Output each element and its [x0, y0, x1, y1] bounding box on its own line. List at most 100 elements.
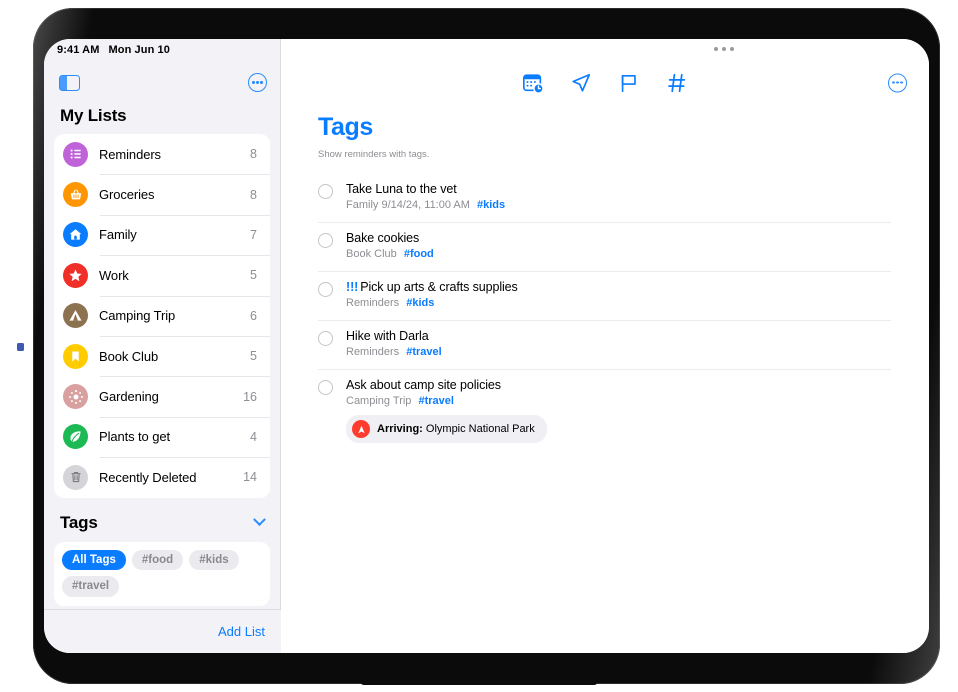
sidebar-list-label: Camping Trip: [99, 308, 176, 324]
main-more-options-circle-icon[interactable]: [888, 73, 907, 92]
add-list-button[interactable]: Add List: [218, 624, 265, 639]
reminder-list-name: Book Club: [346, 248, 397, 260]
reminder-body: Take Luna to the vet Family 9/14/24, 11:…: [346, 182, 505, 221]
sidebar-list-item[interactable]: Reminders 8: [54, 134, 270, 174]
main-toolbar: [281, 65, 929, 100]
reminder-meta: Family 9/14/24, 11:00 AM #kids: [346, 199, 505, 211]
leaf-icon: [63, 424, 88, 450]
sidebar-list-label: Book Club: [99, 348, 159, 364]
sidebar-list-count: 6: [250, 308, 257, 323]
status-date: Mon Jun 10: [108, 44, 170, 56]
sidebar: 9:41 AM Mon Jun 10 My Lists Reminders 8 G…: [44, 39, 281, 653]
sidebar-toggle-icon[interactable]: [59, 74, 80, 91]
tag-chip[interactable]: #travel: [62, 576, 120, 597]
sidebar-list-item[interactable]: Gardening 16: [54, 376, 270, 416]
main-pane: 100%: [281, 39, 929, 653]
sidebar-list-label: Groceries: [99, 187, 155, 203]
location-alert-place: Olympic National Park: [425, 423, 535, 435]
reminder-body: Ask about camp site policies Camping Tri…: [346, 378, 547, 453]
ipad-screen: 9:41 AM Mon Jun 10 My Lists Reminders 8 G…: [44, 39, 929, 653]
sun-flower-icon: [63, 384, 88, 410]
home-indicator[interactable]: [361, 680, 597, 685]
sidebar-list-item[interactable]: Book Club 5: [54, 335, 270, 376]
sidebar-list-item[interactable]: Work 5: [54, 255, 270, 295]
status-time: 9:41 AM: [57, 44, 100, 56]
reminder-title-line: Hike with Darla: [346, 329, 442, 343]
sidebar-list-item[interactable]: Groceries 8: [54, 174, 270, 214]
tag-chip[interactable]: All Tags: [62, 549, 126, 571]
reminder-body: !!! Pick up arts & crafts supplies Remind…: [346, 280, 518, 319]
reminder-tag[interactable]: #travel: [406, 346, 441, 358]
reminder-list-name: Camping Trip: [346, 395, 412, 407]
reminder-row[interactable]: Bake cookies Book Club #food: [281, 222, 929, 271]
trash-icon: [63, 464, 88, 490]
status-bar-left: 9:41 AM Mon Jun 10: [57, 44, 170, 56]
reminder-row[interactable]: Take Luna to the vet Family 9/14/24, 11:…: [281, 173, 929, 222]
edge-annotation-marker: [17, 343, 24, 351]
reminder-title: Pick up arts & crafts supplies: [360, 280, 518, 294]
reminder-complete-checkbox[interactable]: [318, 282, 333, 297]
sidebar-list-count: 4: [250, 429, 257, 444]
reminder-tag[interactable]: #travel: [418, 395, 453, 407]
reminder-list-name: Reminders: [346, 297, 400, 309]
reminder-list-name: Family: [346, 199, 379, 211]
reminder-title: Take Luna to the vet: [346, 182, 457, 196]
location-alert-label: Arriving:: [377, 423, 423, 435]
tag-chip[interactable]: #kids: [189, 549, 239, 571]
reminder-complete-checkbox[interactable]: [318, 380, 333, 395]
reminder-meta: Reminders #kids: [346, 297, 518, 309]
reminder-row[interactable]: Ask about camp site policies Camping Tri…: [281, 369, 929, 453]
sidebar-list-item[interactable]: Family 7: [54, 214, 270, 255]
reminder-row[interactable]: Hike with Darla Reminders #travel: [281, 320, 929, 369]
reminder-title: Bake cookies: [346, 231, 420, 245]
sidebar-list-label: Recently Deleted: [99, 469, 197, 485]
reminder-meta: Camping Trip #travel: [346, 395, 547, 407]
screenshot-root: 9:41 AM Mon Jun 10 My Lists Reminders 8 G…: [0, 0, 958, 692]
sidebar-list-item[interactable]: Plants to get 4: [54, 416, 270, 457]
reminder-complete-checkbox[interactable]: [318, 184, 333, 199]
reminder-title: Hike with Darla: [346, 329, 429, 343]
basket-icon: [63, 182, 88, 208]
reminder-row[interactable]: !!! Pick up arts & crafts supplies Remind…: [281, 271, 929, 320]
reminder-list-name: Reminders: [346, 346, 400, 358]
hashtag-icon[interactable]: [666, 72, 688, 94]
flag-icon[interactable]: [618, 72, 640, 94]
sidebar-list-count: 5: [250, 268, 257, 283]
reminder-title-line: Take Luna to the vet: [346, 182, 505, 196]
location-arrow-icon[interactable]: [570, 72, 592, 94]
location-arrive-icon: [352, 420, 370, 438]
toolbar-icon-group: [522, 72, 688, 94]
tags-section-header[interactable]: Tags: [44, 498, 280, 542]
chevron-down-icon[interactable]: [253, 513, 266, 527]
sidebar-list-count: 5: [250, 349, 257, 364]
reminder-tag[interactable]: #food: [404, 248, 434, 260]
reminder-body: Bake cookies Book Club #food: [346, 231, 434, 270]
reminder-title-line: !!! Pick up arts & crafts supplies: [346, 280, 518, 294]
reminder-complete-checkbox[interactable]: [318, 233, 333, 248]
reminder-date: 9/14/24, 11:00 AM: [381, 199, 470, 211]
sidebar-more-options-circle-icon[interactable]: [248, 73, 267, 92]
location-alert-badge[interactable]: Arriving: Olympic National Park: [346, 415, 547, 443]
status-bar-right-region: 100%: [281, 39, 929, 65]
reminder-complete-checkbox[interactable]: [318, 331, 333, 346]
reminder-title-line: Ask about camp site policies: [346, 378, 547, 392]
sidebar-list-item[interactable]: Camping Trip 6: [54, 295, 270, 336]
bookmark-icon: [63, 343, 88, 369]
reminder-tag[interactable]: #kids: [477, 199, 505, 211]
sidebar-list-count: 7: [250, 227, 257, 242]
tent-icon: [63, 303, 88, 329]
sidebar-list-label: Reminders: [99, 146, 161, 162]
sidebar-title: My Lists: [60, 106, 127, 125]
sidebar-list-count: 8: [250, 187, 257, 202]
priority-marker: !!!: [346, 280, 359, 294]
multitasking-dots-icon[interactable]: [713, 47, 734, 51]
star-icon: [63, 262, 88, 288]
list-bullet-icon: [63, 141, 88, 167]
calendar-clock-icon[interactable]: [522, 72, 544, 94]
reminder-tag[interactable]: #kids: [406, 297, 434, 309]
tag-chip[interactable]: #food: [131, 549, 184, 571]
sidebar-list-item[interactable]: Recently Deleted 14: [54, 457, 270, 497]
sidebar-list-count: 8: [250, 147, 257, 162]
add-list-bar[interactable]: Add List: [44, 609, 281, 653]
reminder-meta: Book Club #food: [346, 248, 434, 260]
